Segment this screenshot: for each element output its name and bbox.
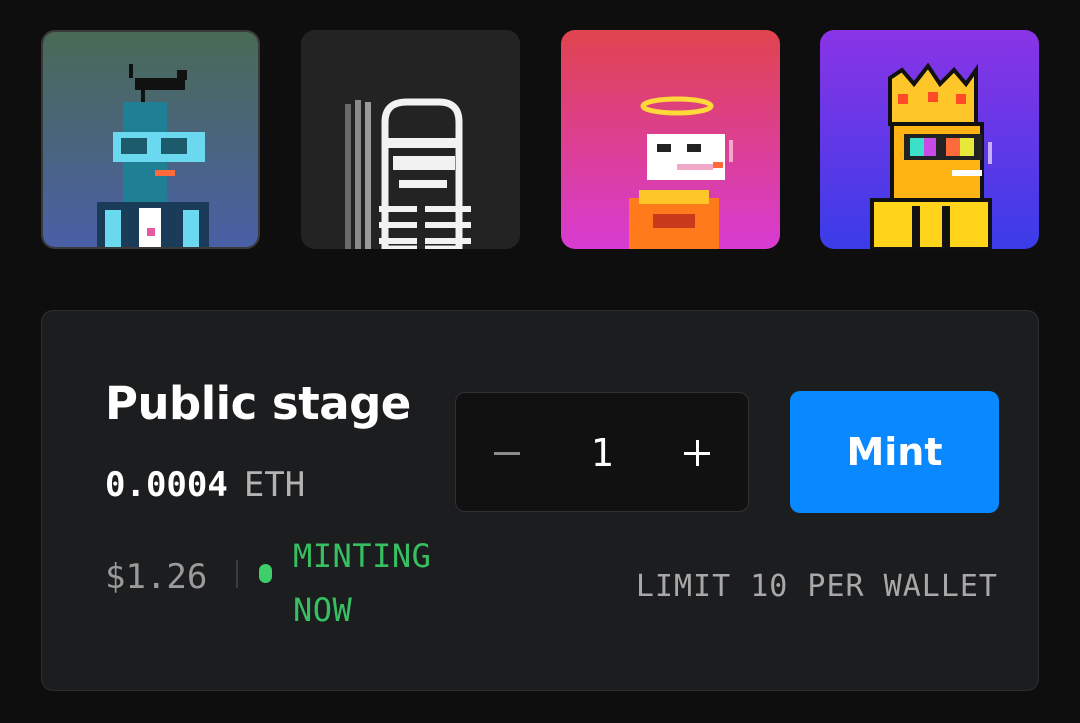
pixel-art-character-halo-icon xyxy=(561,30,780,249)
nft-thumbnail-2[interactable] xyxy=(301,30,520,249)
increment-button[interactable] xyxy=(684,440,710,466)
pixel-art-character-monochrome-icon xyxy=(301,30,520,249)
nft-thumbnail-3[interactable] xyxy=(561,30,780,249)
usd-price: $1.26 xyxy=(105,557,208,597)
nft-gallery xyxy=(41,30,1039,249)
price-row: 0.0004 ETH xyxy=(105,465,305,505)
pixel-art-character-crown-icon xyxy=(820,30,1039,249)
nft-thumbnail-1[interactable] xyxy=(41,30,260,249)
price-value: 0.0004 xyxy=(105,465,228,505)
mint-stage-card: Public stage 0.0004 ETH $1.26 MINTING NOW… xyxy=(41,310,1039,691)
pixel-art-character-cat-hat-icon xyxy=(43,32,258,247)
quantity-stepper: 1 xyxy=(455,392,749,512)
nft-thumbnail-4[interactable] xyxy=(820,30,1039,249)
wallet-limit: LIMIT 10 PER WALLET xyxy=(635,569,998,604)
minting-status: MINTING NOW xyxy=(293,537,432,629)
divider xyxy=(236,560,238,588)
stage-title: Public stage xyxy=(105,377,411,430)
price-currency: ETH xyxy=(243,465,306,505)
status-dot-icon xyxy=(259,564,272,583)
mint-button[interactable]: Mint xyxy=(790,391,999,513)
